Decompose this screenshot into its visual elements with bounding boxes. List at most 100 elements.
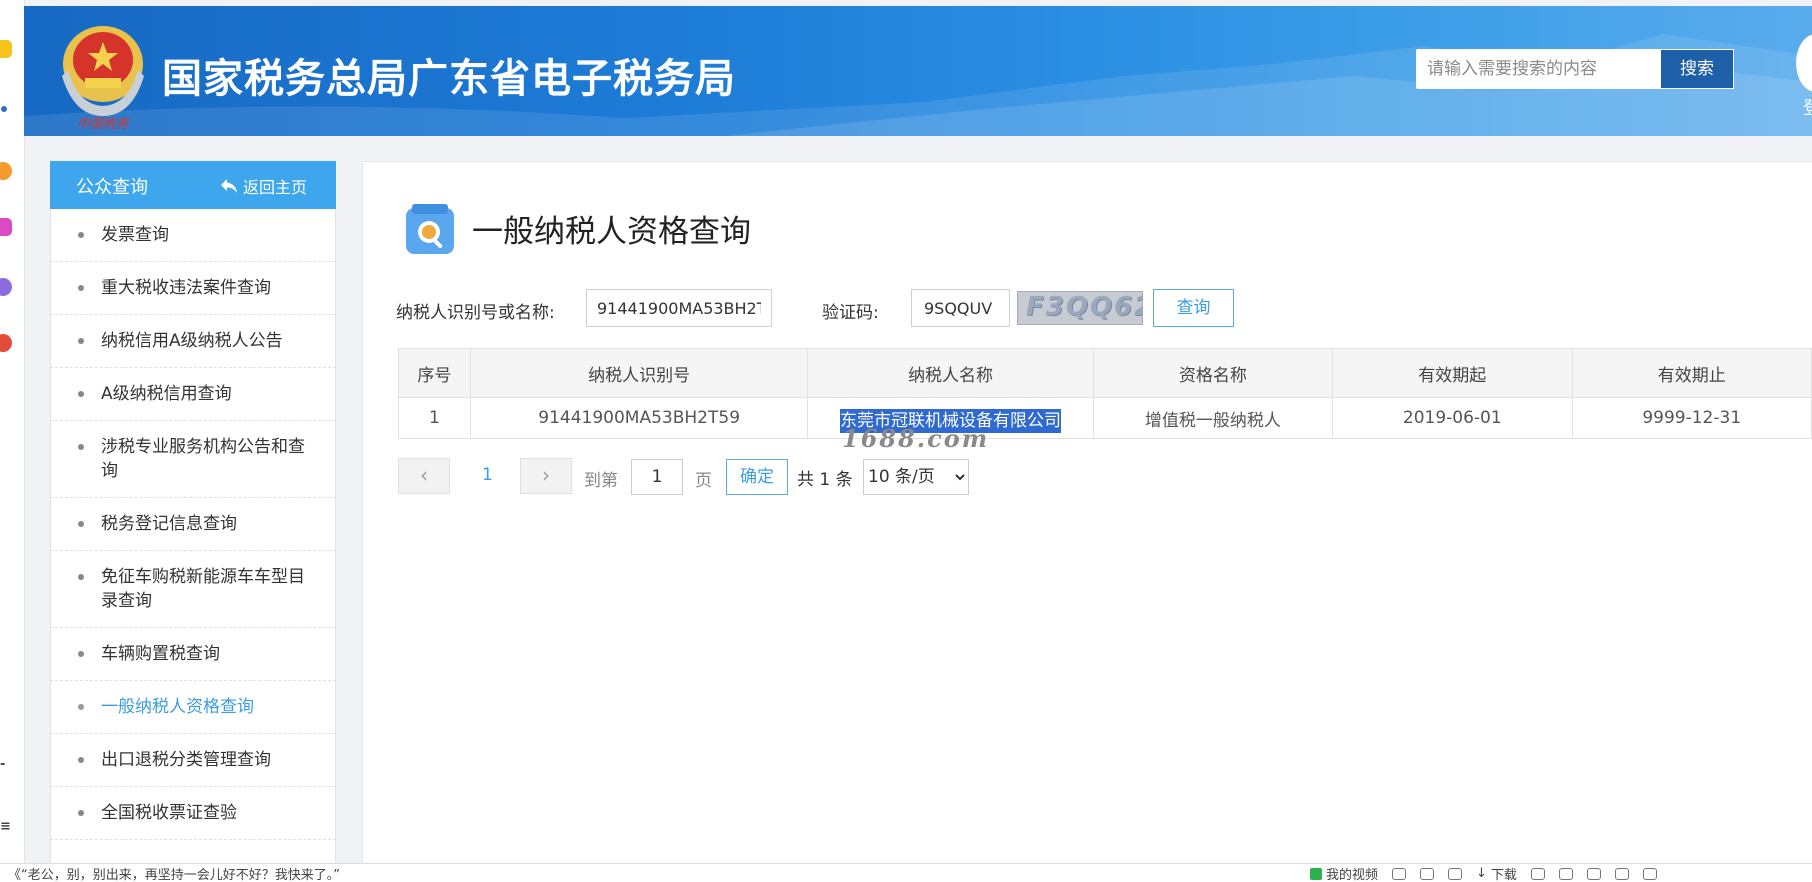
cell-valid-to: 9999-12-31 — [1571, 397, 1812, 439]
bullet-dot — [78, 521, 84, 527]
volume-icon[interactable] — [1614, 867, 1629, 880]
app-icon-blue-dots[interactable] — [1, 106, 7, 112]
my-video-label: 我的视频 — [1326, 868, 1379, 882]
page-number-current[interactable]: 1 — [482, 465, 493, 485]
bullet-dot — [78, 651, 84, 657]
table-header-row: 序号 纳税人识别号 纳税人名称 资格名称 有效期起 有效期止 — [398, 348, 1812, 398]
window-icon[interactable] — [1586, 867, 1601, 880]
sidebar-item-general-taxpayer[interactable]: 一般纳税人资格查询 — [50, 681, 336, 734]
game-icon[interactable] — [1420, 867, 1435, 880]
captcha-input[interactable] — [911, 289, 1010, 327]
more-icon[interactable] — [1642, 867, 1657, 880]
news-ticker[interactable]: 《“老公，别，别出来，再坚持一会儿好不好？我快来了。” — [8, 864, 340, 882]
refresh-icon[interactable] — [1558, 867, 1573, 880]
login-link[interactable]: 登 — [1803, 94, 1812, 120]
search-button[interactable]: 搜索 — [1660, 49, 1734, 89]
result-table: 序号 纳税人识别号 纳税人名称 资格名称 有效期起 有效期止 1 9144190… — [398, 348, 1812, 439]
main-panel — [362, 161, 1812, 881]
image-icon[interactable] — [1392, 867, 1407, 880]
headset-icon[interactable] — [1530, 867, 1545, 880]
site-header: 中国税务 国家税务总局广东省电子税务局 搜索 登 — [24, 6, 1812, 136]
sidebar-item-a-credit-notice[interactable]: 纳税信用A级纳税人公告 — [50, 315, 336, 368]
taxpayer-id-input[interactable] — [586, 289, 772, 327]
site-title: 国家税务总局广东省电子税务局 — [162, 56, 736, 102]
col-header-taxpayer-name: 纳税人名称 — [807, 348, 1094, 398]
page-label: 页 — [695, 471, 712, 491]
bullet-dot — [78, 444, 84, 450]
sidebar-item-label: 免征车购税新能源车车型目录查询 — [101, 567, 305, 611]
captcha-label: 验证码: — [822, 303, 879, 323]
menu-icon[interactable]: ≡ — [0, 820, 12, 834]
download-link[interactable]: ↓ 下载 — [1476, 864, 1517, 882]
sidebar-item-label: A级纳税信用查询 — [101, 384, 232, 404]
sidebar-item-tax-voucher[interactable]: 全国税收票证查验 — [50, 787, 336, 840]
captcha-image-text: F3QQ62 — [1026, 292, 1143, 322]
sidebar-item-tax-service-agency[interactable]: 涉税专业服务机构公告和查询 — [50, 421, 336, 498]
captcha-image[interactable]: F3QQ62 — [1017, 291, 1143, 325]
col-header-qualification: 资格名称 — [1092, 348, 1334, 398]
sidebar-menu: 发票查询 重大税收违法案件查询 纳税信用A级纳税人公告 A级纳税信用查询 涉税专… — [50, 209, 336, 840]
goto-page-input[interactable] — [631, 459, 683, 495]
desktop-side-strip: - ≡ — [0, 0, 25, 881]
table-row: 1 91441900MA53BH2T59 东莞市冠联机械设备有限公司 增值税一般… — [398, 397, 1812, 439]
sidebar-item-export-refund[interactable]: 出口退税分类管理查询 — [50, 734, 336, 787]
sidebar-item-major-violation[interactable]: 重大税收违法案件查询 — [50, 262, 336, 315]
bullet-dot — [78, 704, 84, 710]
taskbar-tools: 我的视频 ↓ 下载 — [1310, 864, 1657, 882]
cell-index: 1 — [398, 397, 471, 439]
sidebar-item-vehicle-tax[interactable]: 车辆购置税查询 — [50, 628, 336, 681]
next-page-button[interactable]: › — [520, 458, 572, 494]
bullet-dot — [78, 338, 84, 344]
page-title: 一般纳税人资格查询 — [472, 214, 751, 250]
col-header-valid-to: 有效期止 — [1571, 348, 1812, 398]
sidebar-item-label: 重大税收违法案件查询 — [101, 278, 271, 298]
bullet-dot — [78, 391, 84, 397]
watermark: 1688.com — [842, 424, 990, 453]
page-size-select[interactable]: 10 条/页 — [863, 459, 969, 495]
svg-text:中国税务: 中国税务 — [77, 117, 130, 132]
minus-icon[interactable]: - — [0, 758, 12, 772]
sidebar-item-label: 全国税收票证查验 — [101, 803, 237, 823]
search-input[interactable] — [1416, 49, 1660, 89]
app-icon-yellow[interactable] — [0, 40, 12, 58]
bullet-dot — [78, 757, 84, 763]
goto-label: 到第 — [584, 471, 618, 491]
sidebar-item-label: 车辆购置税查询 — [101, 644, 220, 664]
sidebar-item-label: 出口退税分类管理查询 — [101, 750, 271, 770]
search-doc-icon — [406, 204, 454, 254]
download-icon: ↓ — [1476, 866, 1487, 881]
sidebar-item-registration-info[interactable]: 税务登记信息查询 — [50, 498, 336, 551]
query-button[interactable]: 查询 — [1153, 289, 1234, 327]
goto-confirm-button[interactable]: 确定 — [726, 459, 788, 495]
back-home-label: 返回主页 — [243, 178, 308, 197]
sidebar-item-a-credit-query[interactable]: A级纳税信用查询 — [50, 368, 336, 421]
col-header-valid-from: 有效期起 — [1332, 348, 1573, 398]
reply-arrow-icon — [221, 179, 237, 193]
download-label: 下载 — [1490, 868, 1517, 882]
sidebar-item-label: 纳税信用A级纳税人公告 — [101, 331, 283, 351]
prev-page-button[interactable]: ‹ — [398, 458, 450, 494]
bullet-dot — [78, 574, 84, 580]
app-icon-pink[interactable] — [0, 218, 12, 236]
bullet-dot — [78, 810, 84, 816]
app-icon-orange[interactable] — [0, 162, 12, 180]
cell-valid-from: 2019-06-01 — [1332, 397, 1573, 439]
cell-taxpayer-id: 91441900MA53BH2T59 — [469, 397, 809, 439]
app-icon-red[interactable] — [0, 334, 12, 352]
sidebar-item-ev-catalog[interactable]: 免征车购税新能源车车型目录查询 — [50, 551, 336, 628]
back-home-link[interactable]: 返回主页 — [220, 174, 307, 198]
sidebar-item-label: 税务登记信息查询 — [101, 514, 237, 534]
app-icon-purple[interactable] — [0, 278, 12, 296]
col-header-taxpayer-id: 纳税人识别号 — [469, 348, 809, 398]
col-header-index: 序号 — [398, 348, 471, 398]
sidebar-item-invoice-query[interactable]: 发票查询 — [50, 209, 336, 262]
tool-icon[interactable] — [1448, 867, 1463, 880]
sidebar-item-label: 一般纳税人资格查询 — [101, 697, 254, 717]
sidebar-item-label: 发票查询 — [101, 225, 169, 245]
my-video-link[interactable]: 我的视频 — [1310, 864, 1378, 882]
taxpayer-label: 纳税人识别号或名称: — [396, 303, 555, 323]
bullet-dot — [78, 285, 84, 291]
sidebar-header: 公众查询 返回主页 — [50, 161, 336, 209]
tax-emblem-logo: 中国税务 — [62, 26, 144, 132]
cell-qualification: 增值税一般纳税人 — [1092, 397, 1334, 439]
